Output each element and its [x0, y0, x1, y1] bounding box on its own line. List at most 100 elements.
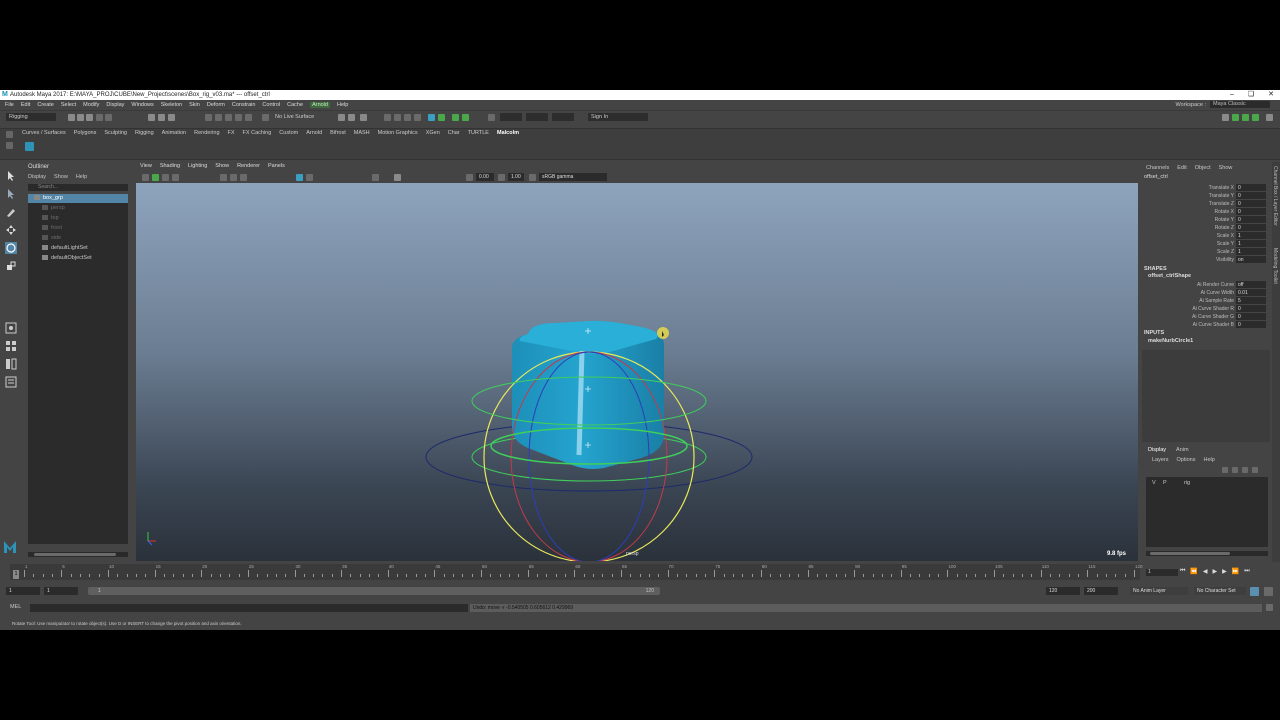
modeling-toolkit-icon[interactable]: [1222, 114, 1229, 121]
outliner-item-front[interactable]: front: [28, 224, 128, 233]
channelbox-menu-object[interactable]: Object: [1195, 165, 1211, 171]
shelf-tab-mash[interactable]: MASH: [354, 130, 370, 138]
attr-ai-render-curve[interactable]: Ai Render Curve off: [1140, 281, 1268, 289]
menu-cache[interactable]: Cache: [287, 102, 303, 108]
channelbox-menu-channels[interactable]: Channels: [1146, 165, 1169, 171]
single-view-icon[interactable]: [5, 322, 17, 334]
menu-create[interactable]: Create: [37, 102, 54, 108]
layer-menu-layers[interactable]: Layers: [1152, 457, 1169, 463]
attribute-editor-icon[interactable]: [1232, 114, 1239, 121]
snap-view-icon[interactable]: [235, 114, 242, 121]
redo-icon[interactable]: [105, 114, 112, 121]
maximize-button[interactable]: ❏: [1248, 90, 1254, 100]
outliner-item-box-grp[interactable]: box_grp: [28, 194, 128, 203]
outliner-view-icon[interactable]: [5, 376, 17, 388]
save-scene-icon[interactable]: [86, 114, 93, 121]
ssao-icon[interactable]: [394, 174, 401, 181]
snap-surface-icon[interactable]: [245, 114, 252, 121]
layer-down-icon[interactable]: [1232, 467, 1238, 473]
play-forward-icon[interactable]: ▶: [1213, 568, 1218, 575]
menu-select[interactable]: Select: [61, 102, 76, 108]
shelf-tab-custom[interactable]: Custom: [279, 130, 298, 138]
attr-rotate-y[interactable]: Rotate Y0: [1140, 216, 1268, 224]
menu-windows[interactable]: Windows: [131, 102, 153, 108]
shelf-malcolm-icon[interactable]: [25, 142, 34, 151]
two-view-icon[interactable]: [5, 358, 17, 370]
minimize-button[interactable]: –: [1230, 90, 1234, 100]
shelf-tab-rendering[interactable]: Rendering: [194, 130, 219, 138]
textured-icon[interactable]: [240, 174, 247, 181]
arnold-render-icon[interactable]: [428, 114, 435, 121]
menu-control[interactable]: Control: [262, 102, 280, 108]
layer-name[interactable]: rig: [1184, 479, 1190, 487]
outliner-item-default-light-set[interactable]: defaultLightSet: [28, 244, 128, 253]
attr-ai-curve-shader-g[interactable]: Ai Curve Shader G0: [1140, 313, 1268, 321]
shelf-tab-fx[interactable]: FX: [228, 130, 235, 138]
shelf-tab-malcolm[interactable]: Malcolm: [497, 130, 519, 138]
character-set-dropdown[interactable]: No Character Set: [1194, 587, 1246, 595]
viewport-menu-view[interactable]: View: [140, 163, 152, 169]
range-slider[interactable]: 1 120: [88, 587, 660, 595]
x-field[interactable]: [500, 113, 522, 121]
shelf-tab-turtle[interactable]: TURTLE: [468, 130, 489, 138]
viewport-menu-shading[interactable]: Shading: [160, 163, 180, 169]
command-language-label[interactable]: MEL: [10, 604, 21, 610]
isolate-icon[interactable]: [296, 174, 303, 181]
rotate-tool-icon[interactable]: [5, 242, 17, 254]
playback-start-field[interactable]: 1: [44, 587, 78, 595]
shelf-tab-sculpting[interactable]: Sculpting: [104, 130, 127, 138]
layer-playback-toggle[interactable]: P: [1163, 479, 1167, 487]
shelf-tab-animation[interactable]: Animation: [162, 130, 186, 138]
new-layer-selected-icon[interactable]: [1252, 467, 1258, 473]
exposure-field[interactable]: 0.00: [476, 173, 494, 181]
side-tab-channel-box[interactable]: Channel Box / Layer Editor: [1272, 166, 1278, 226]
xform-mode-icon[interactable]: [488, 114, 495, 121]
new-layer-icon[interactable]: [1242, 467, 1248, 473]
attr-translate-z[interactable]: Translate Z0: [1140, 200, 1268, 208]
menu-display[interactable]: Display: [106, 102, 124, 108]
auto-key-icon[interactable]: [1250, 587, 1259, 596]
layer-menu-help[interactable]: Help: [1203, 457, 1214, 463]
shadows-icon[interactable]: [372, 174, 379, 181]
menu-help[interactable]: Help: [337, 102, 348, 108]
menu-modify[interactable]: Modify: [83, 102, 99, 108]
sign-in-button[interactable]: Sign In: [588, 113, 648, 121]
outliner-search-input[interactable]: Search...: [28, 184, 128, 191]
step-back-icon[interactable]: ◀: [1203, 568, 1208, 575]
xray-icon[interactable]: [306, 174, 313, 181]
attr-rotate-z[interactable]: Rotate Z0: [1140, 224, 1268, 232]
snap-curve-icon[interactable]: [215, 114, 222, 121]
open-scene-icon[interactable]: [77, 114, 84, 121]
shelf-tab-motion-graphics[interactable]: Motion Graphics: [378, 130, 418, 138]
menu-file[interactable]: File: [5, 102, 14, 108]
script-editor-icon[interactable]: [1266, 604, 1273, 611]
bookmark-icon[interactable]: [152, 174, 159, 181]
outliner-item-persp[interactable]: persp: [28, 204, 128, 213]
snap-grid-icon[interactable]: [205, 114, 212, 121]
grid-icon[interactable]: [172, 174, 179, 181]
layer-tab-anim[interactable]: Anim: [1176, 447, 1189, 453]
menu-constrain[interactable]: Constrain: [232, 102, 256, 108]
shape-node-name[interactable]: offset_ctrlShape: [1148, 273, 1191, 279]
render-settings-icon[interactable]: [384, 114, 391, 121]
menu-skeleton[interactable]: Skeleton: [161, 102, 182, 108]
select-hierarchy-icon[interactable]: [148, 114, 155, 121]
shelf-tab-xgen[interactable]: XGen: [426, 130, 440, 138]
y-field[interactable]: [526, 113, 548, 121]
shelf-tab-fx-caching[interactable]: FX Caching: [243, 130, 272, 138]
toggle-sidebar-icon[interactable]: [452, 114, 459, 121]
color-management-icon[interactable]: [529, 174, 536, 181]
render-view-icon[interactable]: [404, 114, 411, 121]
outliner-menu-show[interactable]: Show: [54, 174, 68, 180]
attr-ai-curve-shader-r[interactable]: Ai Curve Shader R0: [1140, 305, 1268, 313]
layer-scrollbar[interactable]: [1146, 551, 1268, 556]
z-field[interactable]: [552, 113, 574, 121]
move-tool-icon[interactable]: [5, 224, 17, 236]
outliner-menu-display[interactable]: Display: [28, 174, 46, 180]
shelf-tab-polygons[interactable]: Polygons: [74, 130, 97, 138]
menu-deform[interactable]: Deform: [207, 102, 225, 108]
smooth-shade-icon[interactable]: [230, 174, 237, 181]
outliner-scrollbar[interactable]: [28, 552, 128, 557]
shelf-menu-icon[interactable]: [6, 131, 13, 138]
hypershade-icon[interactable]: [394, 114, 401, 121]
